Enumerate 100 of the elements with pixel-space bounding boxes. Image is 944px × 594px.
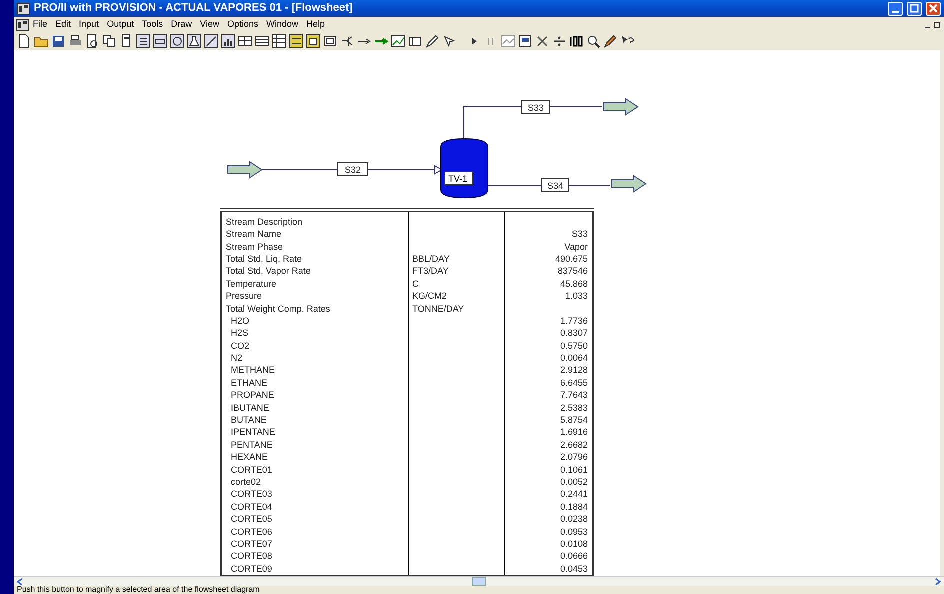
unit-text: TONNE/DAY xyxy=(412,304,464,314)
value-text: Vapor xyxy=(564,242,588,252)
row-label: HEXANE xyxy=(230,452,268,462)
row-label: Stream Phase xyxy=(226,242,284,252)
unit-label-box xyxy=(444,172,474,186)
row-label: Pressure xyxy=(226,291,262,302)
value-text: S33 xyxy=(572,229,588,240)
box-icon[interactable] xyxy=(323,34,338,48)
menu-item[interactable]: Tools xyxy=(138,18,168,32)
menu-item[interactable]: Options xyxy=(223,18,263,32)
stream-label-box[interactable] xyxy=(542,178,570,192)
row-label: METHANE xyxy=(230,365,276,376)
row-label: Total Std. Vapor Rate xyxy=(226,266,311,276)
delete-icon[interactable] xyxy=(535,34,550,48)
list-icon[interactable] xyxy=(136,34,151,48)
row-label: H2O xyxy=(230,316,250,326)
stream-label-box[interactable] xyxy=(522,100,550,114)
feed-arrow[interactable] xyxy=(612,175,647,193)
value-text: 0.1884 xyxy=(560,502,588,512)
close-button[interactable] xyxy=(926,2,941,16)
value-text: 2.0796 xyxy=(560,452,588,462)
pointer-icon[interactable] xyxy=(442,34,457,48)
row-label: PROPANE xyxy=(230,390,274,400)
value-text: 1.7736 xyxy=(560,316,588,326)
value-text: 45.868 xyxy=(560,278,588,289)
bar-chart-icon[interactable] xyxy=(221,34,236,48)
menu-item[interactable]: File xyxy=(29,18,52,32)
menu-item[interactable]: View xyxy=(196,18,224,32)
stream-label: S32 xyxy=(345,165,361,175)
maximize-icon xyxy=(909,3,920,14)
value-text: 5.8754 xyxy=(560,415,588,426)
value-text: 1.033 xyxy=(565,291,588,302)
value-text: 2.6682 xyxy=(560,440,588,450)
copy-icon[interactable] xyxy=(102,34,117,48)
row-label: CORTE07 xyxy=(230,538,272,549)
row-label: CORTE01 xyxy=(230,464,272,475)
row-label: CO2 xyxy=(230,340,250,351)
app-icon xyxy=(17,2,30,14)
feed-arrow[interactable] xyxy=(228,161,263,179)
row-label: ETHANE xyxy=(230,378,268,388)
menu-item[interactable]: Draw xyxy=(167,18,196,32)
plot-icon[interactable] xyxy=(204,34,219,48)
preview-icon[interactable] xyxy=(85,34,100,48)
stream-label: S33 xyxy=(528,103,544,113)
menu-item[interactable]: Edit xyxy=(52,18,76,32)
value-text: 0.0453 xyxy=(560,564,588,574)
row-label: CORTE03 xyxy=(230,489,272,500)
row-label: Stream Name xyxy=(226,229,282,240)
value-text: 0.0108 xyxy=(560,538,588,549)
value-text: 0.0953 xyxy=(560,526,588,537)
unit-text: BBL/DAY xyxy=(412,254,450,264)
value-text: 0.0052 xyxy=(560,477,588,487)
menu-item[interactable]: Input xyxy=(75,18,104,32)
stream-label-box[interactable] xyxy=(338,162,368,176)
close-icon xyxy=(928,3,939,14)
value-text: 2.5383 xyxy=(560,402,588,413)
row-label: CORTE06 xyxy=(230,526,272,537)
magnify-icon[interactable] xyxy=(586,34,601,48)
row-label: IBUTANE xyxy=(230,402,270,413)
value-text: 0.1061 xyxy=(560,464,588,475)
minimize-button[interactable] xyxy=(888,2,903,16)
row-label: Temperature xyxy=(226,278,277,289)
status-text: Push this button to magnify a selected area of the flowsheet diagram xyxy=(17,585,260,594)
table-icon[interactable] xyxy=(272,34,287,48)
restore-icon[interactable] xyxy=(934,20,942,28)
maximize-button[interactable] xyxy=(907,2,922,16)
minimize-icon xyxy=(892,10,899,12)
line-chart-icon[interactable] xyxy=(391,34,406,48)
save-icon[interactable] xyxy=(51,34,66,48)
value-text: 490.675 xyxy=(555,254,588,264)
row-label: CORTE08 xyxy=(230,551,272,562)
value-text: 0.0238 xyxy=(560,514,588,524)
row-label: BUTANE xyxy=(230,415,267,426)
row-label: PENTANE xyxy=(230,440,273,450)
feed-arrow[interactable] xyxy=(604,98,639,116)
table-icon[interactable] xyxy=(255,34,270,48)
scroll-thumb[interactable] xyxy=(472,577,486,586)
grid-icon[interactable] xyxy=(238,34,253,48)
value-text: 0.2441 xyxy=(560,489,588,500)
row-label: corte02 xyxy=(230,477,262,487)
menu-item[interactable]: Help xyxy=(302,18,330,32)
menu-item[interactable]: Window xyxy=(262,18,303,32)
stream-label: S34 xyxy=(548,181,564,191)
value-text: 0.0064 xyxy=(560,353,588,364)
row-label: H2S xyxy=(230,328,249,338)
row-label: Total Weight Comp. Rates xyxy=(226,304,330,314)
window-icon[interactable] xyxy=(518,34,533,48)
menu-item[interactable]: Output xyxy=(103,18,138,32)
row-label: Total Std. Liq. Rate xyxy=(226,254,302,264)
flask-icon[interactable] xyxy=(187,34,202,48)
unit-text: FT3/DAY xyxy=(412,266,449,276)
unit-text: C xyxy=(412,278,419,289)
row-label: CORTE09 xyxy=(230,564,272,574)
value-text: 0.5750 xyxy=(560,340,588,351)
value-text: 1.6916 xyxy=(560,427,588,438)
row-label: CORTE04 xyxy=(230,502,272,512)
window-title: PRO/II with PROVISION - ACTUAL VAPORES 01 - [Flowsheet] xyxy=(34,1,353,16)
value-text: 837546 xyxy=(558,266,588,276)
value-text: 0.0666 xyxy=(560,551,588,562)
value-text: 2.9128 xyxy=(560,365,588,376)
